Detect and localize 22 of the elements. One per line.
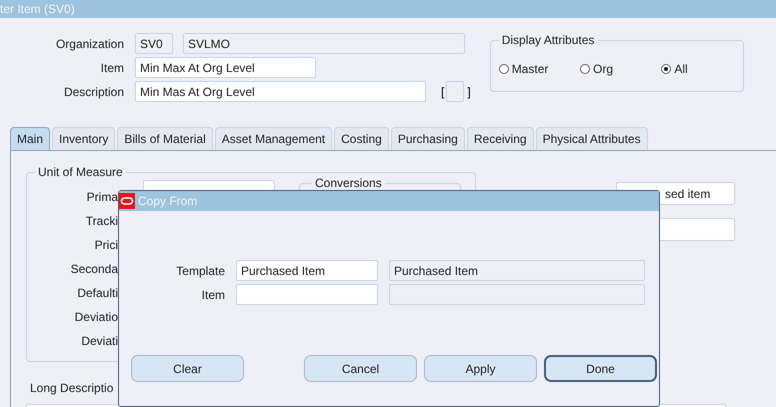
field-label: Seconda	[70, 261, 118, 278]
field-label: Deviati	[81, 333, 118, 350]
field-label: Description	[62, 84, 124, 100]
field-label: Item	[200, 286, 225, 304]
field-label: Organization	[54, 36, 124, 52]
bracket: [	[441, 84, 444, 100]
field-label: Long Descriptio	[30, 381, 114, 395]
group-title: Display Attributes	[498, 32, 598, 48]
field-label: Deviatio	[74, 309, 118, 326]
field-label: Defaulti	[77, 285, 118, 302]
field-label: Item	[100, 60, 124, 76]
radio-label: Master	[512, 61, 548, 78]
field-label: Template	[175, 262, 225, 280]
description-field: Purchased Item	[389, 260, 645, 281]
radio-label: Org	[593, 61, 614, 78]
dialog-title: Copy From	[138, 193, 198, 210]
field-label: Prima	[86, 189, 118, 206]
radio-label: All	[674, 61, 688, 78]
field-label: Tracki	[86, 213, 118, 230]
window-title: ter Item (SV0)	[0, 3, 75, 15]
field-label: Prici	[94, 237, 118, 254]
bracket: ]	[467, 84, 471, 100]
